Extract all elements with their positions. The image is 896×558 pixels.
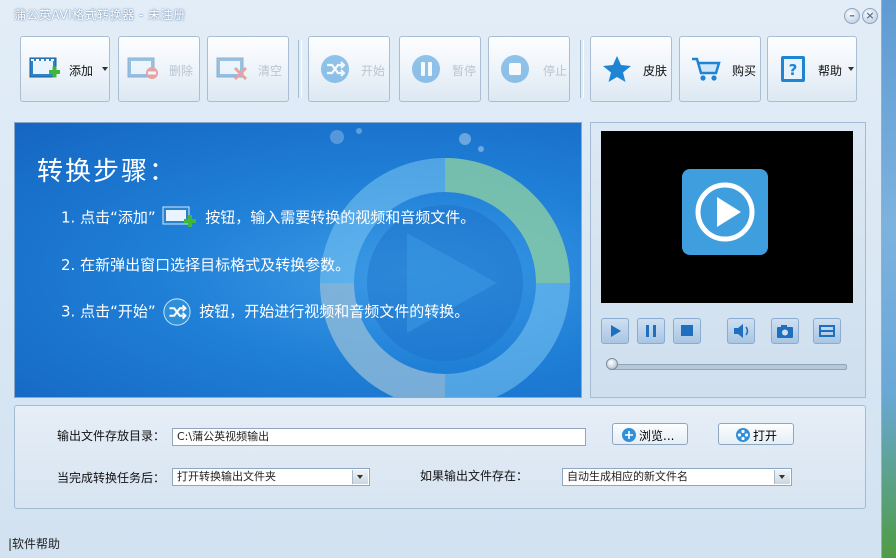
play-icon [611, 325, 621, 337]
browse-icon [622, 428, 636, 442]
main-window: 蒲公英AVI格式转换器 - 未注册 – × 添加 删除 清空 开始 暂停 停止 … [0, 0, 882, 558]
output-dir-field[interactable]: C:\蒲公英视频输出 [172, 428, 586, 446]
if-exists-select[interactable]: 自动生成相应的新文件名 [562, 468, 792, 486]
clear-video-icon [216, 57, 248, 81]
buy-label: 购买 [732, 64, 757, 78]
stop-button[interactable] [673, 318, 701, 344]
open-label: 打开 [753, 429, 778, 443]
minimize-button[interactable]: – [844, 8, 860, 24]
speaker-icon [734, 324, 749, 338]
skin-button[interactable]: 皮肤 [590, 36, 672, 102]
skin-label: 皮肤 [643, 64, 668, 78]
chevron-down-icon[interactable] [774, 470, 790, 484]
minimize-icon: – [849, 9, 855, 22]
add-video-icon [29, 57, 60, 78]
window-title: 蒲公英AVI格式转换器 - 未注册 [14, 8, 186, 22]
browse-button[interactable]: 浏览... [612, 423, 688, 445]
close-icon: × [865, 9, 875, 22]
help-button[interactable]: ? 帮助 [767, 36, 857, 102]
start-label: 开始 [361, 64, 386, 78]
after-task-label: 当完成转换任务后： [57, 471, 166, 485]
add-button[interactable]: 添加 [20, 36, 110, 102]
step-3: 3. 点击“开始” 按钮，开始进行视频和音频文件的转换。 [61, 297, 469, 327]
step-1: 1. 点击“添加” 按钮，输入需要转换的视频和音频文件。 [61, 205, 475, 231]
if-exists-value: 自动生成相应的新文件名 [567, 470, 688, 483]
toolbar-separator [298, 40, 302, 98]
seek-slider-track[interactable] [609, 364, 847, 370]
play-button[interactable] [601, 318, 629, 344]
start-button[interactable]: 开始 [308, 36, 390, 102]
snapshot-button[interactable] [771, 318, 799, 344]
stop-label: 停止 [543, 64, 568, 78]
pause-button[interactable] [637, 318, 665, 344]
status-bar: |软件帮助 [0, 530, 882, 558]
open-button[interactable]: 打开 [718, 423, 794, 445]
output-dir-label: 输出文件存放目录： [57, 429, 166, 443]
preview-player [590, 122, 866, 398]
add-video-icon [162, 206, 197, 227]
chevron-down-icon[interactable] [352, 470, 368, 484]
browse-label: 浏览... [639, 429, 675, 443]
video-screen [601, 131, 853, 303]
step-1-text-a: 1. 点击“添加” [61, 208, 156, 227]
clear-button[interactable]: 清空 [207, 36, 289, 102]
output-settings-panel: 输出文件存放目录： C:\蒲公英视频输出 浏览... 打开 当完成转换任务后： … [14, 405, 866, 509]
shuffle-icon [321, 55, 349, 83]
after-task-value: 打开转换输出文件夹 [177, 470, 276, 483]
help-label: 帮助 [818, 64, 843, 78]
shuffle-icon [163, 298, 191, 326]
step-2: 2. 在新弹出窗口选择目标格式及转换参数。 [61, 256, 351, 274]
film-reel-icon [736, 428, 750, 442]
step-3-text-a: 3. 点击“开始” [61, 302, 156, 321]
delete-video-icon [127, 57, 158, 79]
help-dropdown-icon [848, 67, 854, 71]
stop-icon [681, 325, 693, 336]
pause-button[interactable]: 暂停 [399, 36, 481, 102]
if-exists-label: 如果输出文件存在： [420, 469, 529, 483]
pause-icon [412, 55, 440, 83]
cart-icon [692, 57, 721, 81]
software-help-link[interactable]: |软件帮助 [8, 535, 60, 552]
stop-icon [501, 55, 529, 83]
after-task-select[interactable]: 打开转换输出文件夹 [172, 468, 370, 486]
toolbar-separator [580, 40, 584, 98]
help-icon: ? [781, 56, 805, 82]
buy-button[interactable]: 购买 [679, 36, 761, 102]
title-bar: 蒲公英AVI格式转换器 - 未注册 – × [0, 0, 882, 30]
play-icon [682, 169, 768, 255]
steps-banner: 转换步骤： 1. 点击“添加” 按钮，输入需要转换的视频和音频文件。 2. 在新… [14, 122, 582, 398]
pause-label: 暂停 [452, 64, 477, 78]
pause-icon [646, 325, 656, 337]
seek-slider-handle[interactable] [606, 358, 618, 370]
toolbar: 添加 删除 清空 开始 暂停 停止 皮肤 购买 ? 帮助 [14, 34, 866, 106]
clear-label: 清空 [258, 64, 283, 78]
delete-button[interactable]: 删除 [118, 36, 200, 102]
step-1-text-b: 按钮，输入需要转换的视频和音频文件。 [205, 208, 476, 227]
banner-heading: 转换步骤： [37, 157, 178, 187]
fullscreen-button[interactable] [813, 318, 841, 344]
add-dropdown-icon [102, 67, 108, 71]
svg-text:?: ? [789, 61, 798, 79]
stop-button[interactable]: 停止 [488, 36, 570, 102]
star-icon [603, 56, 631, 82]
step-3-text-b: 按钮，开始进行视频和音频文件的转换。 [199, 302, 470, 321]
volume-button[interactable] [727, 318, 755, 344]
camera-icon [777, 325, 793, 338]
delete-label: 删除 [169, 64, 194, 78]
fullscreen-icon [819, 325, 835, 337]
add-label: 添加 [69, 64, 94, 78]
close-button[interactable]: × [862, 8, 878, 24]
